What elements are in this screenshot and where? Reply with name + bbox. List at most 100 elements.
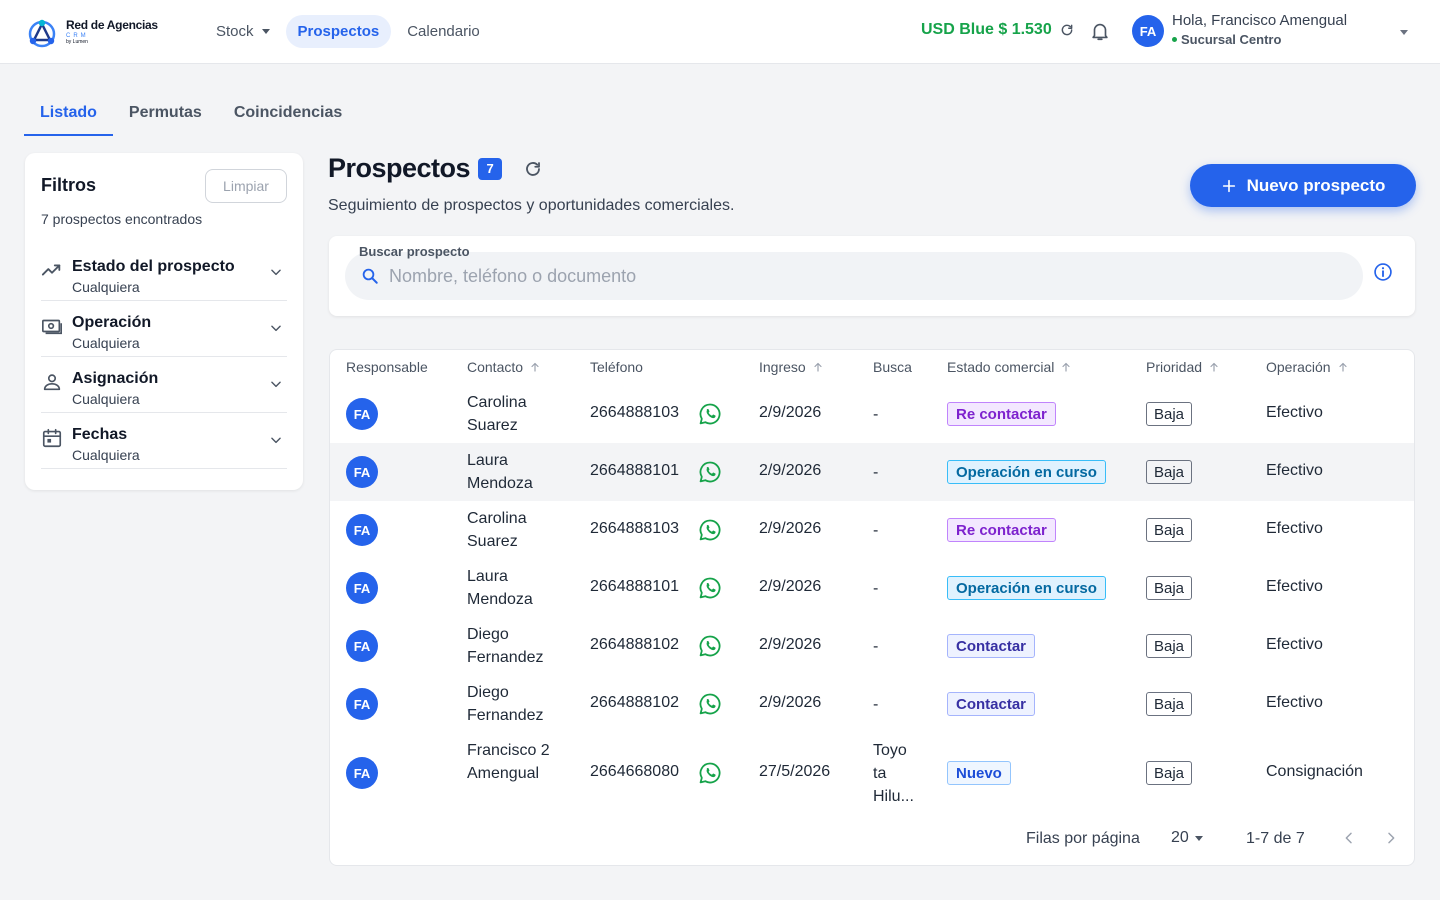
nav-prospectos[interactable]: Prospectos <box>285 15 392 48</box>
clear-filters-button[interactable]: Limpiar <box>205 169 287 203</box>
user-menu[interactable]: Hola, Francisco Amengual Sucursal Centro <box>1172 12 1347 47</box>
sort-arrow-icon <box>814 362 822 372</box>
whatsapp-icon[interactable] <box>698 518 722 542</box>
table-row[interactable]: FA Carolina Suarez 2664888103 2/9/2026 - Re c… <box>330 501 1414 559</box>
contact-name[interactable]: Diego Fernandez <box>467 681 567 727</box>
avatar[interactable]: FA <box>346 514 378 546</box>
sort-arrow-icon <box>1062 362 1070 372</box>
operation-type: Efectivo <box>1266 578 1323 595</box>
tab-listado[interactable]: Listado <box>24 90 113 136</box>
nav-stock[interactable]: Stock <box>204 15 282 48</box>
col-responsable[interactable]: Responsable <box>346 359 428 375</box>
avatar[interactable]: FA <box>346 688 378 720</box>
status-badge: Operación en curso <box>947 460 1106 484</box>
priority-badge: Baja <box>1146 402 1193 426</box>
usd-rate: USD Blue $ 1.530 <box>921 21 1074 39</box>
search-input[interactable] <box>389 265 1289 287</box>
chevron-down-icon <box>271 269 281 276</box>
refresh-icon[interactable] <box>524 160 542 178</box>
contact-name[interactable]: Laura Mendoza <box>467 565 567 611</box>
contact-name[interactable]: Carolina Suarez <box>467 391 567 437</box>
info-icon[interactable] <box>1373 262 1393 282</box>
chevron-left-icon[interactable] <box>1341 830 1357 846</box>
priority-badge: Baja <box>1146 761 1193 785</box>
new-prospect-button[interactable]: Nuevo prospecto <box>1190 164 1416 207</box>
table-row[interactable]: FA Laura Mendoza 2664888101 2/9/2026 - Operac… <box>330 559 1414 617</box>
user-caret-down-icon[interactable] <box>1400 30 1408 35</box>
filters-panel: Filtros Limpiar 7 prospectos encontrados… <box>25 153 303 490</box>
filter-operacion-value: Cualquiera <box>72 335 140 351</box>
whatsapp-icon[interactable] <box>698 634 722 658</box>
col-telefono[interactable]: Teléfono <box>590 359 643 375</box>
busca-value: - <box>873 695 879 713</box>
col-responsable-label: Responsable <box>346 359 428 375</box>
whatsapp-icon[interactable] <box>698 576 722 600</box>
rows-per-page-value: 20 <box>1171 829 1189 846</box>
phone-number: 2664888102 <box>590 694 679 711</box>
col-operacion[interactable]: Operación <box>1266 359 1349 375</box>
filter-operacion[interactable]: Operación Cualquiera <box>41 301 287 357</box>
status-badge: Nuevo <box>947 761 1011 785</box>
contact-name[interactable]: Laura Mendoza <box>467 449 567 495</box>
status-badge: Operación en curso <box>947 576 1106 600</box>
contact-name[interactable]: Diego Fernandez <box>467 623 567 669</box>
col-contacto-label: Contacto <box>467 359 524 375</box>
count-badge: 7 <box>478 157 503 180</box>
busca-value: - <box>873 463 879 481</box>
phone-number: 2664888103 <box>590 404 679 421</box>
col-prioridad[interactable]: Prioridad <box>1146 359 1220 375</box>
busca-value: - <box>873 637 879 655</box>
table-row[interactable]: FA Laura Mendoza 2664888101 2/9/2026 - Operac… <box>330 443 1414 501</box>
refresh-icon[interactable] <box>1060 23 1074 37</box>
ingreso-date: 2/9/2026 <box>759 694 822 711</box>
ingreso-date: 2/9/2026 <box>759 462 822 479</box>
avatar[interactable]: FA <box>346 630 378 662</box>
avatar[interactable]: FA <box>346 757 378 789</box>
chevron-right-icon[interactable] <box>1383 830 1399 846</box>
priority-badge: Baja <box>1146 634 1193 658</box>
whatsapp-icon[interactable] <box>698 460 722 484</box>
avatar[interactable]: FA <box>346 572 378 604</box>
logo-mark-icon <box>28 19 56 48</box>
filter-estado[interactable]: Estado del prospecto Cualquiera <box>41 245 287 301</box>
ingreso-date: 2/9/2026 <box>759 404 822 421</box>
search-box[interactable] <box>345 252 1363 300</box>
col-ingreso-label: Ingreso <box>759 359 806 375</box>
status-badge: Re contactar <box>947 402 1056 426</box>
avatar[interactable]: FA <box>1132 15 1164 47</box>
table-row[interactable]: FA Diego Fernandez 2664888102 2/9/2026 - Cont… <box>330 617 1414 675</box>
filter-fechas[interactable]: Fechas Cualquiera <box>41 413 287 469</box>
pagination: Filas por página 20 1-7 de 7 <box>330 828 1414 852</box>
whatsapp-icon[interactable] <box>698 692 722 716</box>
nav-stock-label: Stock <box>216 23 254 40</box>
avatar[interactable]: FA <box>346 456 378 488</box>
sort-arrow-icon <box>1210 362 1218 372</box>
whatsapp-icon[interactable] <box>698 761 722 785</box>
nav-calendario[interactable]: Calendario <box>395 15 492 48</box>
col-estado[interactable]: Estado comercial <box>947 359 1072 375</box>
table-row[interactable]: FA Carolina Suarez 2664888103 2/9/2026 - Re c… <box>330 385 1414 443</box>
status-badge: Contactar <box>947 634 1036 658</box>
contact-name[interactable]: Carolina Suarez <box>467 507 567 553</box>
avatar[interactable]: FA <box>346 398 378 430</box>
contact-name[interactable]: Francisco 2 Amengual <box>467 739 567 785</box>
table-row[interactable]: FA Francisco 2 Amengual 2664668080 27/5/202… <box>330 733 1414 813</box>
person-icon <box>43 374 61 391</box>
col-busca[interactable]: Busca <box>873 359 912 375</box>
tab-coincidencias[interactable]: Coincidencias <box>218 90 358 136</box>
operation-type: Efectivo <box>1266 694 1323 711</box>
col-ingreso[interactable]: Ingreso <box>759 359 824 375</box>
filter-asignacion[interactable]: Asignación Cualquiera <box>41 357 287 413</box>
filter-operacion-label: Operación <box>72 314 152 331</box>
table-row[interactable]: FA Diego Fernandez 2664888102 2/9/2026 - Cont… <box>330 675 1414 733</box>
brand-logo[interactable]: Red de Agencias CRM by Lumen <box>24 12 158 52</box>
tab-permutas[interactable]: Permutas <box>113 90 218 136</box>
rows-per-page-select[interactable]: 20 <box>1171 829 1203 847</box>
busca-value: - <box>873 521 879 539</box>
col-prioridad-label: Prioridad <box>1146 359 1203 375</box>
col-contacto[interactable]: Contacto <box>467 359 541 375</box>
caret-down-icon <box>261 29 270 34</box>
whatsapp-icon[interactable] <box>698 402 722 426</box>
new-prospect-label: Nuevo prospecto <box>1246 175 1386 195</box>
bell-icon[interactable] <box>1089 20 1111 42</box>
